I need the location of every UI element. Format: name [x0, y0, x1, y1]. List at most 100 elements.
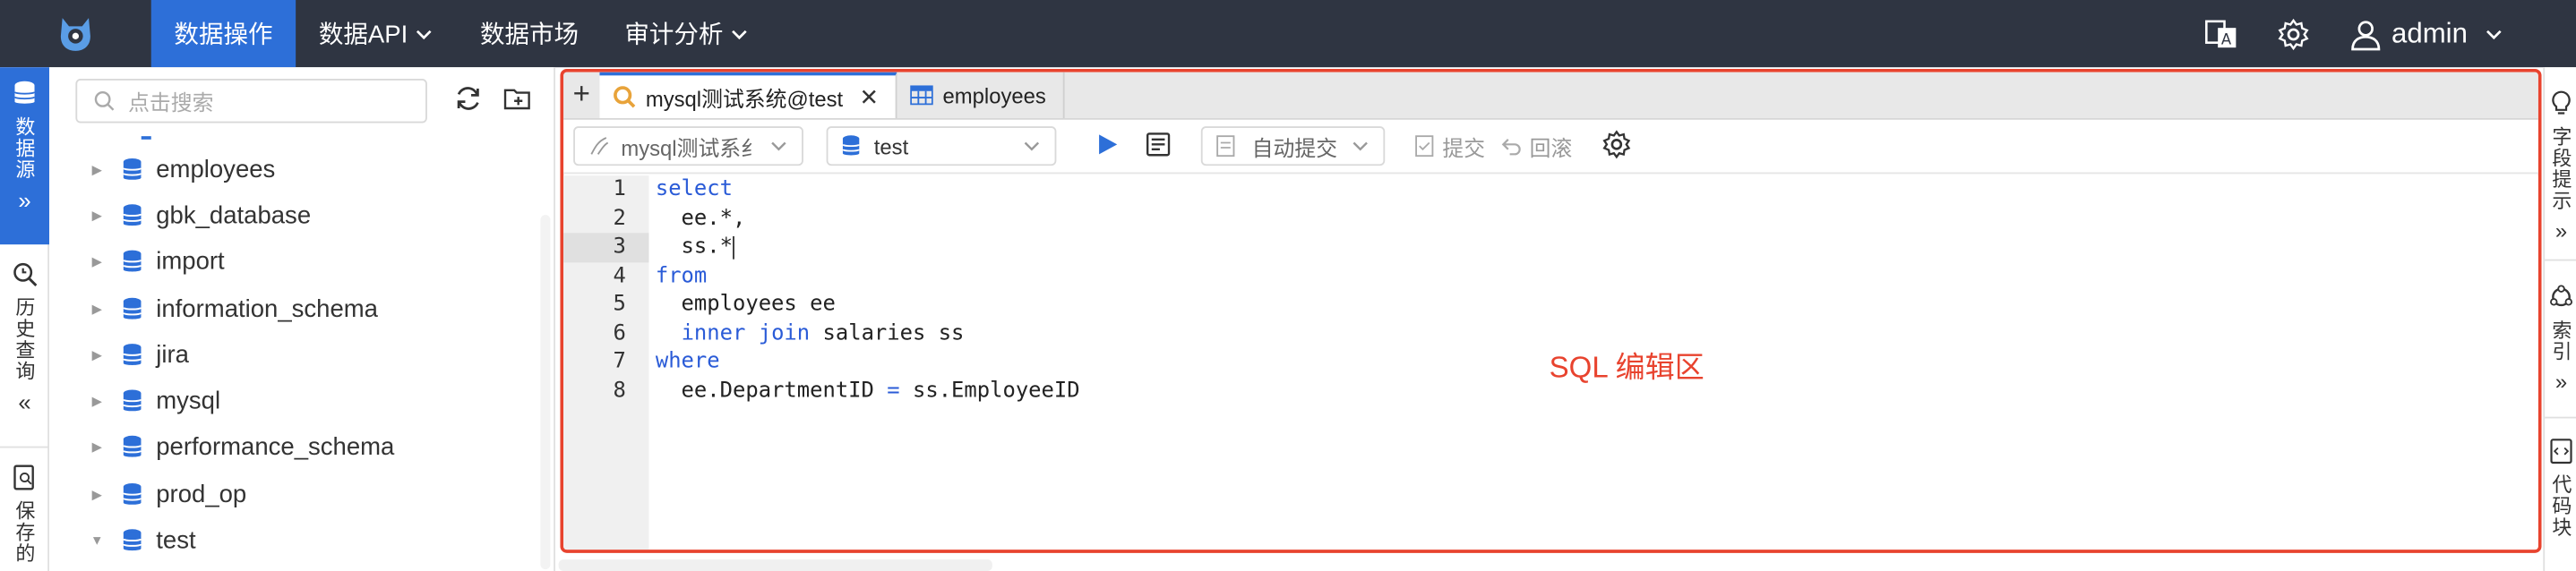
rail-field-hints[interactable]: 字段提示 » — [2545, 67, 2576, 261]
app-logo[interactable] — [0, 0, 151, 67]
tree-item[interactable]: ▶ gbk_database — [49, 192, 542, 239]
tree-item[interactable]: ▶ prod_op — [49, 471, 542, 517]
expand-icon: » — [2555, 217, 2568, 243]
line-number: 8 — [613, 378, 626, 404]
document-icon — [1216, 135, 1235, 158]
add-datasource-button[interactable] — [502, 83, 532, 117]
caret-right-icon[interactable]: ▶ — [49, 301, 108, 315]
database-icon — [122, 529, 142, 551]
search-input[interactable]: 点击搜索 — [75, 78, 427, 124]
sidebar-scrollbar[interactable] — [540, 215, 551, 570]
code-line: select — [655, 176, 733, 202]
code-editor[interactable]: 1 234 5 6 7 8 select ee.*, ss.* from employee… — [563, 175, 2538, 550]
rail-saved[interactable]: 保存的 — [0, 447, 49, 565]
rail-label: 数据源 — [13, 116, 37, 181]
chevron-down-icon — [1024, 141, 1040, 151]
tree-item[interactable]: ▶ information_schema — [49, 286, 542, 332]
nav-label: 数据市场 — [479, 21, 580, 49]
close-icon[interactable]: ✕ — [859, 83, 879, 111]
database-icon — [13, 81, 36, 104]
user-menu[interactable]: admin — [2348, 17, 2503, 50]
tree-item[interactable]: ▶ performance_schema — [49, 424, 542, 471]
svg-text:A: A — [2220, 30, 2231, 47]
code-line: employees ee — [655, 292, 836, 317]
autocommit-select[interactable]: 自动提交 — [1200, 126, 1386, 166]
caret-right-icon[interactable]: ▶ — [49, 347, 108, 362]
line-number: 3 — [563, 233, 649, 262]
chevron-down-icon — [771, 141, 786, 151]
rail-history[interactable]: 历史查询 « — [0, 244, 50, 448]
right-rail: 字段提示 » 索引 » 代码块 — [2543, 67, 2576, 571]
tree-item[interactable]: ▼ test — [49, 517, 542, 564]
rail-datasource[interactable]: 数据源 » — [0, 67, 50, 245]
run-button[interactable] — [1095, 132, 1119, 160]
username: admin — [2391, 17, 2468, 49]
datasource-select[interactable]: mysql测试系纟 — [573, 126, 803, 166]
new-tab-button[interactable]: + — [563, 72, 599, 118]
format-button[interactable] — [1145, 131, 1171, 162]
line-number: 6 — [613, 320, 626, 345]
rail-label: 代码块 — [2549, 473, 2573, 539]
schema-select[interactable]: test — [826, 126, 1057, 166]
nav-label: 数据API — [318, 21, 408, 49]
tree-item[interactable]: ▶ jira — [49, 332, 542, 379]
nav-data-api[interactable]: 数据API — [296, 0, 457, 67]
database-name: information_schema — [156, 294, 379, 323]
line-number: 2 — [613, 206, 626, 231]
bottom-scrollbar[interactable] — [558, 559, 992, 571]
commit-icon — [1415, 135, 1434, 158]
nav-data-market[interactable]: 数据市场 — [457, 0, 601, 67]
undo-icon — [1501, 139, 1521, 156]
database-name: mysql — [156, 387, 221, 416]
database-name: test — [156, 526, 196, 555]
expand-icon: » — [18, 186, 31, 214]
format-icon — [1146, 132, 1171, 156]
caret-right-icon[interactable]: ▶ — [49, 487, 108, 501]
rail-code-snippets[interactable]: 代码块 — [2545, 418, 2576, 538]
saved-query-icon — [13, 464, 34, 490]
nav-data-operation[interactable]: 数据操作 — [150, 0, 296, 68]
caret-down-icon[interactable]: ▼ — [49, 533, 108, 548]
commit-button[interactable]: 提交 — [1414, 131, 1485, 162]
tree-item[interactable]: ▶ mysql — [49, 379, 542, 425]
code-line: where — [655, 349, 720, 374]
gear-icon — [1602, 129, 1631, 158]
database-name: gbk_database — [156, 201, 312, 230]
user-icon — [2350, 20, 2380, 50]
tab-mysql-test[interactable]: mysql测试系统@test ✕ — [599, 72, 897, 118]
caret-right-icon[interactable]: ▶ — [49, 394, 108, 408]
history-search-icon — [13, 262, 38, 287]
line-number: 4 — [613, 263, 626, 288]
line-number: 5 — [613, 292, 626, 317]
rail-index[interactable]: 索引 » — [2545, 260, 2576, 419]
code-line: ee.DepartmentID = ss.EmployeeID — [655, 378, 1080, 404]
collapse-icon: « — [18, 388, 31, 415]
gear-icon — [2277, 17, 2308, 50]
code-lines: select ee.*, ss.* from employees ee inne… — [656, 175, 1080, 405]
play-icon — [1099, 133, 1118, 154]
rail-label: 字段提示 — [2549, 126, 2573, 212]
index-icon — [2550, 285, 2572, 307]
tree-item[interactable]: ▶ employees — [49, 146, 542, 192]
refresh-button[interactable] — [453, 83, 483, 117]
tab-employees[interactable]: employees — [897, 72, 1065, 118]
caret-right-icon[interactable]: ▶ — [49, 209, 108, 223]
settings-button[interactable] — [2277, 17, 2310, 50]
database-icon — [122, 158, 142, 180]
database-icon — [122, 343, 142, 365]
database-name: jira — [156, 341, 189, 370]
nav-audit-analysis[interactable]: 审计分析 — [602, 0, 773, 67]
caret-right-icon[interactable]: ▶ — [49, 440, 108, 455]
language-button[interactable]: A — [2204, 19, 2237, 48]
search-placeholder: 点击搜索 — [128, 89, 214, 115]
tab-label: mysql测试系统@test — [645, 86, 844, 111]
caret-right-icon[interactable]: ▶ — [49, 162, 108, 176]
tree-item[interactable]: ▶ import — [49, 239, 542, 286]
rail-label: 历史查询 — [13, 296, 37, 383]
rollback-label: 回滚 — [1529, 135, 1573, 160]
caret-right-icon[interactable]: ▶ — [49, 255, 108, 269]
editor-settings-button[interactable] — [1601, 129, 1631, 163]
rollback-button[interactable]: 回滚 — [1501, 131, 1572, 162]
logo-icon — [60, 17, 90, 50]
database-name: import — [156, 248, 225, 277]
